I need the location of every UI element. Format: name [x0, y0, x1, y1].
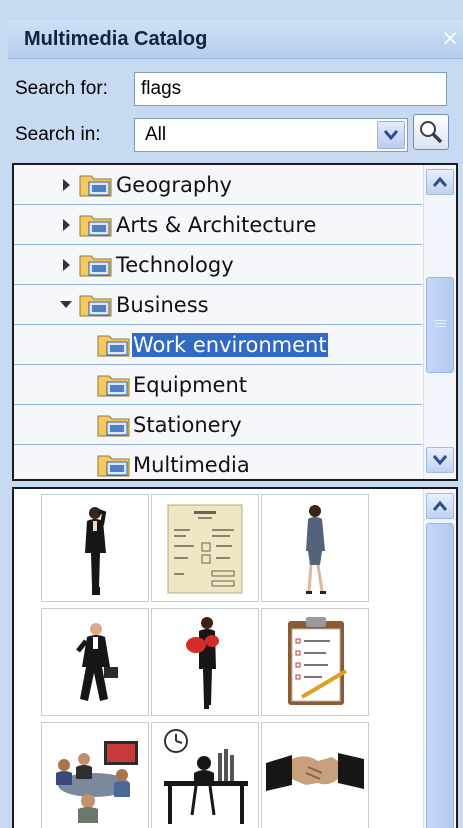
- invoice-document-icon: [167, 504, 243, 594]
- tree-item-work-environment[interactable]: Work environment: [14, 325, 422, 365]
- tree-item-business[interactable]: Business: [14, 285, 422, 325]
- tree-item-stationery[interactable]: Stationery: [14, 405, 422, 445]
- panel-title: Multimedia Catalog: [24, 28, 208, 50]
- businesswoman-on-phone-icon: [85, 507, 107, 595]
- search-for-label: Search for:: [15, 78, 108, 99]
- folder-icon: [97, 455, 130, 477]
- folder-icon: [79, 175, 112, 197]
- tree-item-label: Technology: [116, 253, 234, 277]
- magnifier-icon: [420, 121, 443, 144]
- folder-icon: [97, 375, 130, 397]
- search-in-select[interactable]: All: [134, 118, 408, 152]
- chevron-up-icon: [433, 500, 447, 511]
- tree-item-label: Stationery: [133, 413, 242, 437]
- tree-item-multimedia[interactable]: Multimedia: [14, 445, 422, 479]
- businessman-with-briefcase-icon: [76, 623, 118, 701]
- folder-icon: [79, 255, 112, 277]
- expand-arrow-icon[interactable]: [62, 218, 72, 232]
- tree-item-label: Geography: [116, 173, 232, 197]
- collapse-arrow-icon[interactable]: [59, 300, 73, 310]
- search-button[interactable]: [413, 114, 449, 150]
- scroll-down-button[interactable]: [426, 447, 454, 473]
- folder-icon: [97, 415, 130, 437]
- category-tree: Geography Arts & Architecture Technology: [12, 163, 458, 481]
- clipart-item[interactable]: [41, 494, 149, 602]
- scroll-up-button[interactable]: [426, 493, 454, 519]
- clipart-item[interactable]: [151, 494, 259, 602]
- businesswoman-walking-icon: [306, 505, 326, 594]
- clipboard-with-pen-icon: [288, 617, 348, 705]
- clipart-item[interactable]: [41, 608, 149, 716]
- scroll-up-button[interactable]: [426, 169, 454, 195]
- scroll-thumb[interactable]: [426, 523, 454, 828]
- tree-item-technology[interactable]: Technology: [14, 245, 422, 285]
- worker-at-desk-with-clock-icon: [164, 729, 248, 824]
- tree-item-label: Multimedia: [133, 453, 250, 477]
- clipart-item[interactable]: [261, 494, 369, 602]
- video-conference-meeting-icon: [56, 741, 138, 823]
- handshake-icon: [266, 753, 364, 791]
- clipart-grid: [12, 487, 458, 828]
- folder-icon: [79, 215, 112, 237]
- chevron-down-icon: [433, 455, 447, 466]
- folder-icon: [97, 335, 130, 357]
- search-in-selected-value: All: [145, 124, 167, 145]
- clipart-item[interactable]: [151, 608, 259, 716]
- multimedia-catalog-panel: Multimedia Catalog × Search for: Search …: [0, 0, 463, 828]
- clipart-scrollbar[interactable]: [423, 489, 456, 828]
- tree-scrollbar[interactable]: [423, 165, 456, 479]
- search-in-label: Search in:: [15, 124, 101, 145]
- chevron-down-icon: [384, 130, 398, 141]
- panel-title-bar: Multimedia Catalog ×: [8, 20, 463, 59]
- businesswoman-carrying-files-icon: [186, 617, 219, 709]
- tree-item-label: Arts & Architecture: [116, 213, 317, 237]
- tree-item-arts-architecture[interactable]: Arts & Architecture: [14, 205, 422, 245]
- scroll-thumb[interactable]: [426, 277, 454, 373]
- close-icon[interactable]: ×: [441, 26, 459, 50]
- clipart-item[interactable]: [261, 608, 369, 716]
- tree-item-equipment[interactable]: Equipment: [14, 365, 422, 405]
- dropdown-button[interactable]: [377, 121, 405, 149]
- tree-item-label: Business: [116, 293, 209, 317]
- tree-item-label: Equipment: [133, 373, 247, 397]
- clipart-item[interactable]: [151, 722, 259, 828]
- expand-arrow-icon[interactable]: [62, 258, 72, 272]
- chevron-up-icon: [433, 176, 447, 187]
- tree-item-label: Work environment: [132, 333, 328, 357]
- expand-arrow-icon[interactable]: [62, 178, 72, 192]
- search-input[interactable]: [134, 72, 447, 106]
- folder-icon: [79, 295, 112, 317]
- tree-item-geography[interactable]: Geography: [14, 165, 422, 205]
- clipart-item[interactable]: [261, 722, 369, 828]
- clipart-item[interactable]: [41, 722, 149, 828]
